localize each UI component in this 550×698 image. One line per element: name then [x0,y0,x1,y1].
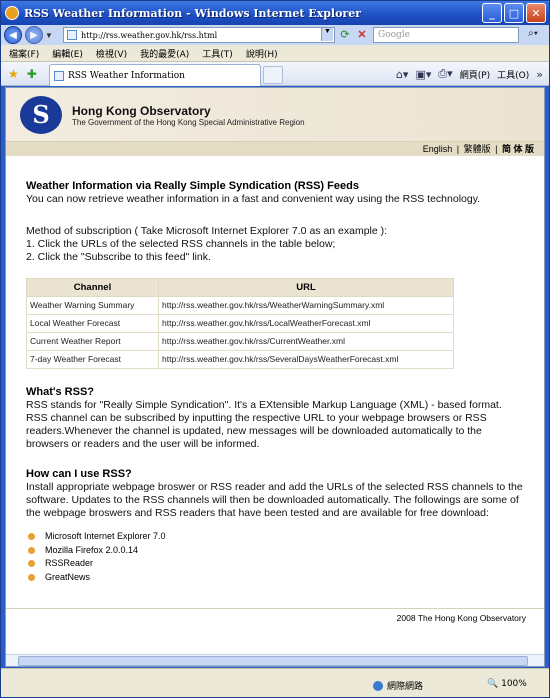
how-use-text: Install appropriate webpage broswer or R… [26,481,523,519]
list-item[interactable]: GreatNews [26,571,526,585]
app-name: Microsoft Internet Explorer 7.0 [45,531,166,542]
browser-window: RSS Weather Information - Windows Intern… [0,0,550,698]
magnifier-icon: 🔍 [487,679,499,689]
scrollbar-thumb[interactable] [18,656,528,666]
method-text: Method of subscription ( Take Microsoft … [26,225,388,237]
menu-favorites[interactable]: 我的最愛(A) [140,47,189,60]
menu-bar: 檔案(F) 編輯(E) 檢視(V) 我的最愛(A) 工具(T) 說明(H) [1,45,549,62]
bullet-icon [28,560,35,568]
app-name: Mozilla Firefox 2.0.0.14 [45,544,139,555]
close-button[interactable]: ✕ [526,3,546,23]
tab-toolbar: ★ ✚ RSS Weather Information ⌂▾ ▣▾ ⎙▾ 網頁(… [1,62,549,86]
column-header-channel: Channel [26,278,159,297]
security-zone: 網際網路 [373,679,423,692]
tab-page-icon [54,70,64,81]
address-toolbar: ◀ ▶ ▼ http://rss.weather.gov.hk/rss.html… [1,25,549,45]
channel-name: Weather Warning Summary [26,296,159,315]
menu-view[interactable]: 檢視(V) [96,47,127,60]
column-header-url: URL [158,278,454,297]
lang-simplified-link[interactable]: 简 体 版 [502,144,534,154]
menu-tools[interactable]: 工具(T) [202,47,233,60]
recent-pages-dropdown[interactable]: ▼ [45,31,55,40]
site-header: S Hong Kong Observatory The Government o… [6,88,544,142]
zoom-control[interactable]: 🔍 100% [487,679,527,689]
intro-text: You can now retrieve weather information… [26,193,481,205]
org-subtitle: The Government of the Hong Kong Special … [72,118,305,127]
channel-name: Local Weather Forecast [26,314,159,333]
page-menu[interactable]: 網頁(P) [460,68,490,81]
table-row: Current Weather Report http://rss.weathe… [26,332,454,351]
list-item[interactable]: RSSReader [26,557,526,571]
bullet-icon [28,533,35,541]
step-1-text: 1. Click the URLs of the selected RSS ch… [26,238,336,250]
app-list: Microsoft Internet Explorer 7.0 Mozilla … [26,530,526,584]
channel-url-link[interactable]: http://rss.weather.gov.hk/rss/CurrentWea… [158,332,454,351]
table-row: Weather Warning Summary http://rss.weath… [26,296,454,315]
address-url: http://rss.weather.gov.hk/rss.html [81,30,218,40]
channel-url-link[interactable]: http://rss.weather.gov.hk/rss/WeatherWar… [158,296,454,315]
bullet-icon [28,546,35,554]
menu-help[interactable]: 說明(H) [246,47,278,60]
status-bar: 網際網路 🔍 100% [1,668,549,697]
channel-name: 7-day Weather Forecast [26,350,159,369]
main-content: Weather Information via Really Simple Sy… [26,180,526,584]
new-tab-button[interactable] [263,66,283,84]
address-bar[interactable]: http://rss.weather.gov.hk/rss.html [63,27,335,43]
tools-menu[interactable]: 工具(O) [497,68,529,81]
channel-url-link[interactable]: http://rss.weather.gov.hk/rss/SeveralDay… [158,350,454,369]
maximize-button[interactable]: □ [504,3,524,23]
back-button[interactable]: ◀ [4,26,22,44]
stop-icon[interactable]: ✕ [355,28,369,42]
footer-copyright: 2008 The Hong Kong Observatory [396,613,526,623]
more-icon[interactable]: » [536,68,543,81]
table-row: Local Weather Forecast http://rss.weathe… [26,314,454,333]
language-bar: English | 繁體版 | 简 体 版 [6,142,544,156]
channel-name: Current Weather Report [26,332,159,351]
zone-label: 網際網路 [387,682,424,692]
horizontal-scrollbar[interactable] [6,654,544,666]
add-favorites-icon[interactable]: ✚ [27,67,37,81]
rss-channel-table: Channel URL Weather Warning Summary http… [26,278,454,369]
favorites-star-icon[interactable]: ★ [8,67,19,81]
how-use-heading: How can I use RSS? [26,468,132,480]
step-2-text: 2. Click the "Subscribe to this feed" li… [26,251,211,263]
feeds-icon[interactable]: ▣▾ [415,68,431,81]
list-item[interactable]: Microsoft Internet Explorer 7.0 [26,530,526,544]
whats-rss-text: RSS stands for "Really Simple Syndicatio… [26,399,502,450]
app-name: GreatNews [45,571,91,582]
address-dropdown[interactable]: ▼ [321,28,333,41]
print-icon[interactable]: ⎙▾ [438,67,452,81]
refresh-icon[interactable]: ⟳ [337,28,353,42]
window-title: RSS Weather Information - Windows Intern… [24,6,362,20]
org-name: Hong Kong Observatory [72,104,211,118]
whats-rss-heading: What's RSS? [26,386,95,398]
menu-file[interactable]: 檔案(F) [9,47,39,60]
page-title: Weather Information via Really Simple Sy… [26,180,359,192]
forward-button[interactable]: ▶ [25,26,43,44]
search-icon[interactable]: ⌕▾ [521,28,545,42]
page-icon [67,30,77,40]
bullet-icon [28,573,35,581]
hko-logo-icon: S [20,96,62,134]
zoom-level: 100% [501,679,527,689]
channel-url-link[interactable]: http://rss.weather.gov.hk/rss/LocalWeath… [158,314,454,333]
tab-rss-weather[interactable]: RSS Weather Information [49,64,261,86]
lang-english-link[interactable]: English [423,144,453,154]
table-row: 7-day Weather Forecast http://rss.weathe… [26,350,454,369]
lang-separator: | [492,144,500,154]
page-footer: 2008 The Hong Kong Observatory [6,608,544,628]
list-item[interactable]: Mozilla Firefox 2.0.0.14 [26,544,526,558]
menu-edit[interactable]: 編輯(E) [52,47,83,60]
search-input[interactable]: Google [373,27,519,43]
title-bar: RSS Weather Information - Windows Intern… [1,1,549,25]
lang-separator: | [454,144,462,154]
app-name: RSSReader [45,558,94,569]
minimize-button[interactable]: _ [482,3,502,23]
page-viewport: S Hong Kong Observatory The Government o… [5,87,545,667]
tab-label: RSS Weather Information [68,70,185,81]
home-icon[interactable]: ⌂▾ [396,68,409,81]
globe-icon [373,680,383,691]
ie-icon [5,6,19,20]
lang-traditional-link[interactable]: 繁體版 [464,144,491,154]
